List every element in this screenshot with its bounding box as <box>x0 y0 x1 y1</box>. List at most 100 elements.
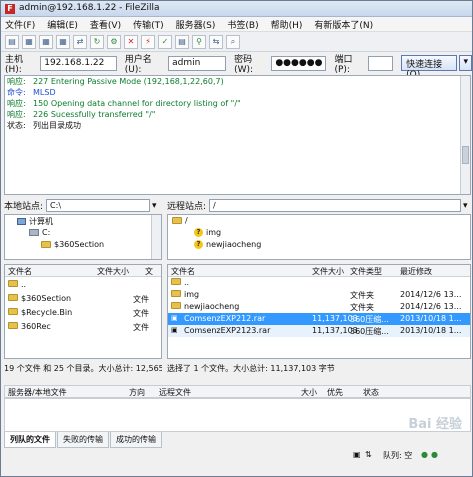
folder-icon <box>8 280 18 287</box>
col-queue-remote[interactable]: 远程文件 <box>159 387 191 398</box>
search-icon[interactable]: ⌕ <box>226 34 240 49</box>
filezilla-window: F admin@192.168.1.22 - FileZilla 文件(F) 编… <box>0 0 473 477</box>
remote-tree: / ? img ? newjiaocheng <box>167 214 471 260</box>
col-remote-modified[interactable]: 最近修改 <box>400 266 432 277</box>
local-path-dropdown-icon[interactable]: ▾ <box>152 201 157 211</box>
filter-icon[interactable]: ⚲ <box>192 34 206 49</box>
status-bar: ▣ ⇅ 队列: 空 ● ● <box>1 448 472 464</box>
col-queue-direction[interactable]: 方向 <box>129 387 145 398</box>
password-input[interactable]: ●●●●●● <box>271 55 327 71</box>
username-input[interactable]: admin <box>168 55 227 71</box>
queue-header: 服务器/本地文件 方向 远程文件 大小 优先 状态 <box>4 385 471 398</box>
directory-listing-icon[interactable]: ▤ <box>175 34 189 49</box>
local-site-label: 本地站点: <box>4 202 44 212</box>
transfer-indicator-icon: ⇅ <box>365 450 372 459</box>
folder-icon <box>171 302 181 309</box>
toggle-tree-icon[interactable]: ▦ <box>39 34 53 49</box>
list-item[interactable]: $360Section 文件 <box>5 293 161 305</box>
tree-node-360section[interactable]: $360Section <box>41 240 104 249</box>
table-row[interactable]: newjiaocheng 文件夹 2014/12/6 13... <box>168 301 470 313</box>
menu-file[interactable]: 文件(F) <box>5 18 35 31</box>
menu-bookmarks[interactable]: 书签(B) <box>227 18 258 31</box>
watermark-logo: Bai 经验 <box>408 417 462 432</box>
col-remote-name[interactable]: 文件名 <box>171 266 195 277</box>
list-item[interactable]: .. <box>5 279 161 291</box>
menu-view[interactable]: 查看(V) <box>90 18 121 31</box>
remote-path-dropdown-icon[interactable]: ▾ <box>463 201 468 211</box>
log-scrollbar[interactable] <box>460 76 470 194</box>
queue-list <box>4 398 471 432</box>
local-path-input[interactable]: C:\ <box>46 199 151 212</box>
table-row-selected[interactable]: ▣ ComsenzEXP212.rar 11,137,103 360压缩... 2013… <box>168 313 470 325</box>
local-tree-scrollbar[interactable] <box>151 215 161 259</box>
menu-help[interactable]: 帮助(H) <box>271 18 303 31</box>
toggle-remote-tree-icon[interactable]: ▦ <box>56 34 70 49</box>
port-input[interactable] <box>368 55 394 71</box>
menu-new-version[interactable]: 有新版本了(N) <box>314 18 373 31</box>
port-label: 端口(P): <box>334 54 353 75</box>
username-label: 用户名(U): <box>124 54 152 75</box>
computer-icon <box>17 218 26 225</box>
remote-site-label: 远程站点: <box>167 202 207 212</box>
menu-server[interactable]: 服务器(S) <box>176 18 216 31</box>
archive-icon: ▣ <box>171 314 178 322</box>
tree-node-computer[interactable]: 计算机 <box>17 216 53 227</box>
remote-site-bar: 远程站点: / ▾ <box>167 198 471 213</box>
col-queue-status[interactable]: 状态 <box>363 387 379 398</box>
quickconnect-button[interactable]: 快速连接(Q) <box>401 55 458 80</box>
host-label: 主机(H): <box>5 54 24 75</box>
folder-icon <box>171 278 181 285</box>
col-remote-size[interactable]: 文件大小 <box>312 266 344 277</box>
tree-node-c-drive[interactable]: C: <box>29 228 50 237</box>
toggle-log-icon[interactable]: ▦ <box>22 34 36 49</box>
log-row: 响应: 150 Opening data channel for director… <box>7 99 241 108</box>
col-local-name[interactable]: 文件名 <box>8 266 32 277</box>
local-file-list: 文件名 文件大小 文 .. $360Section 文件 $Recycle.Bin… <box>4 264 162 359</box>
col-queue-priority[interactable]: 优先 <box>327 387 343 398</box>
reconnect-icon[interactable]: ✓ <box>158 34 172 49</box>
tree-node-root[interactable]: / <box>172 216 188 225</box>
menu-bar: 文件(F) 编辑(E) 查看(V) 传输(T) 服务器(S) 书签(B) 帮助(… <box>1 17 472 32</box>
folder-icon <box>8 322 18 329</box>
disconnect-icon[interactable]: ⚡ <box>141 34 155 49</box>
col-local-size[interactable]: 文件大小 <box>97 266 129 277</box>
tab-failed-transfers[interactable]: 失败的传输 <box>57 432 109 448</box>
site-manager-icon[interactable]: ▤ <box>5 34 19 49</box>
col-local-type[interactable]: 文 <box>145 266 153 277</box>
log-row: 状态: 列出目录成功 <box>7 121 81 130</box>
col-queue-size[interactable]: 大小 <box>301 387 317 398</box>
quickconnect-dropdown-icon[interactable]: ▾ <box>459 55 472 71</box>
tab-queued-files[interactable]: 列队的文件 <box>4 432 56 448</box>
folder-icon <box>171 290 181 297</box>
toggle-queue-icon[interactable]: ⇄ <box>73 34 87 49</box>
queue-status-text: 队列: 空 <box>383 451 413 460</box>
remote-list-header: 文件名 文件大小 文件类型 最近修改 <box>168 265 470 277</box>
list-item[interactable]: 360Rec 文件 <box>5 321 161 333</box>
remote-file-list: 文件名 文件大小 文件类型 最近修改 .. img 文件夹 2014/12/6 13… <box>167 264 471 359</box>
table-row[interactable]: ▣ ComsenzEXP2123.rar 11,137,103 360压缩... 201… <box>168 325 470 337</box>
list-item[interactable]: $Recycle.Bin 文件 <box>5 307 161 319</box>
folder-icon <box>41 241 51 248</box>
col-remote-type[interactable]: 文件类型 <box>350 266 382 277</box>
password-label: 密码(W): <box>234 54 254 75</box>
drive-icon <box>29 229 39 236</box>
menu-transfer[interactable]: 传输(T) <box>133 18 164 31</box>
table-row[interactable]: .. <box>168 277 470 289</box>
menu-edit[interactable]: 编辑(E) <box>47 18 78 31</box>
refresh-icon[interactable]: ↻ <box>90 34 104 49</box>
tree-node-img[interactable]: ? img <box>194 228 221 237</box>
host-input[interactable]: 192.168.1.22 <box>40 55 117 71</box>
sync-browse-icon[interactable]: ⇆ <box>209 34 223 49</box>
message-log: 响应: 227 Entering Passive Mode (192,168,1,… <box>4 75 471 195</box>
window-title: admin@192.168.1.22 - FileZilla <box>19 3 160 13</box>
tab-successful-transfers[interactable]: 成功的传输 <box>110 432 162 448</box>
process-queue-icon[interactable]: ⚙ <box>107 34 121 49</box>
log-scroll-thumb[interactable] <box>462 146 469 164</box>
col-queue-file[interactable]: 服务器/本地文件 <box>8 387 67 398</box>
tree-node-newjiaocheng[interactable]: ? newjiaocheng <box>194 240 261 249</box>
folder-icon <box>8 308 18 315</box>
remote-path-input[interactable]: / <box>209 199 462 212</box>
cancel-icon[interactable]: ✕ <box>124 34 138 49</box>
table-row[interactable]: img 文件夹 2014/12/6 13... <box>168 289 470 301</box>
toolbar: ▤ ▦ ▦ ▦ ⇄ ↻ ⚙ ✕ ⚡ ✓ ▤ ⚲ ⇆ ⌕ <box>1 32 472 52</box>
